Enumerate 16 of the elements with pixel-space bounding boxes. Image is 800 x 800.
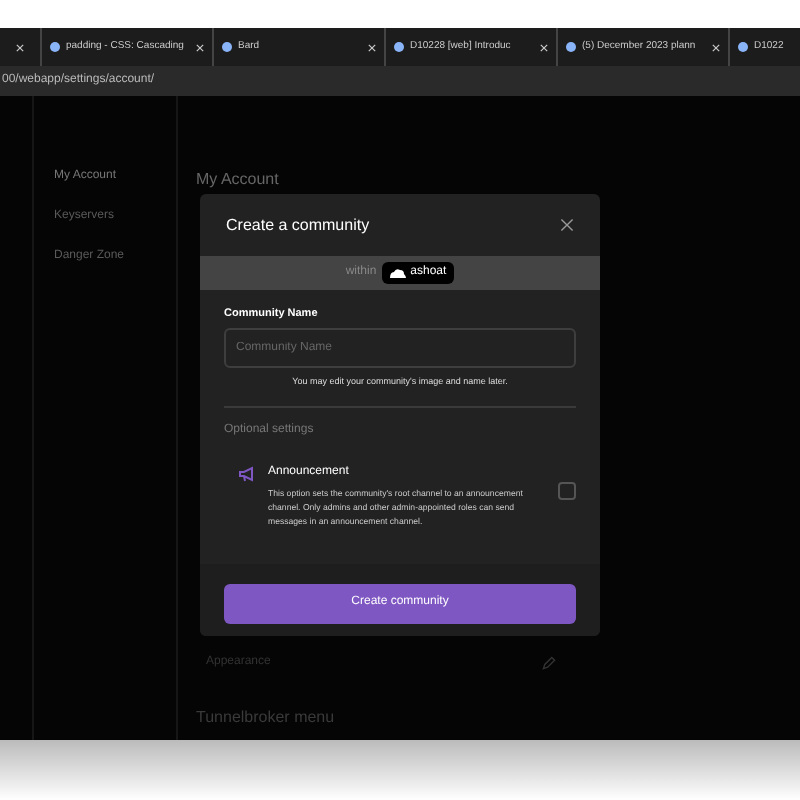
close-icon[interactable] bbox=[712, 43, 720, 51]
close-icon[interactable] bbox=[560, 218, 574, 232]
close-icon[interactable] bbox=[196, 43, 204, 51]
close-icon[interactable] bbox=[368, 43, 376, 51]
megaphone-icon bbox=[238, 466, 256, 482]
cloud-icon bbox=[390, 268, 407, 278]
checkbox[interactable] bbox=[558, 482, 576, 500]
modal-title: Create a community bbox=[226, 213, 370, 237]
favicon-icon bbox=[50, 42, 60, 52]
close-icon[interactable] bbox=[540, 43, 548, 51]
favicon-icon bbox=[566, 42, 576, 52]
favicon-icon bbox=[738, 42, 748, 52]
close-icon[interactable] bbox=[16, 43, 24, 51]
favicon-icon bbox=[394, 42, 404, 52]
page-heading: My Account bbox=[196, 170, 281, 188]
favicon-icon bbox=[222, 42, 232, 52]
